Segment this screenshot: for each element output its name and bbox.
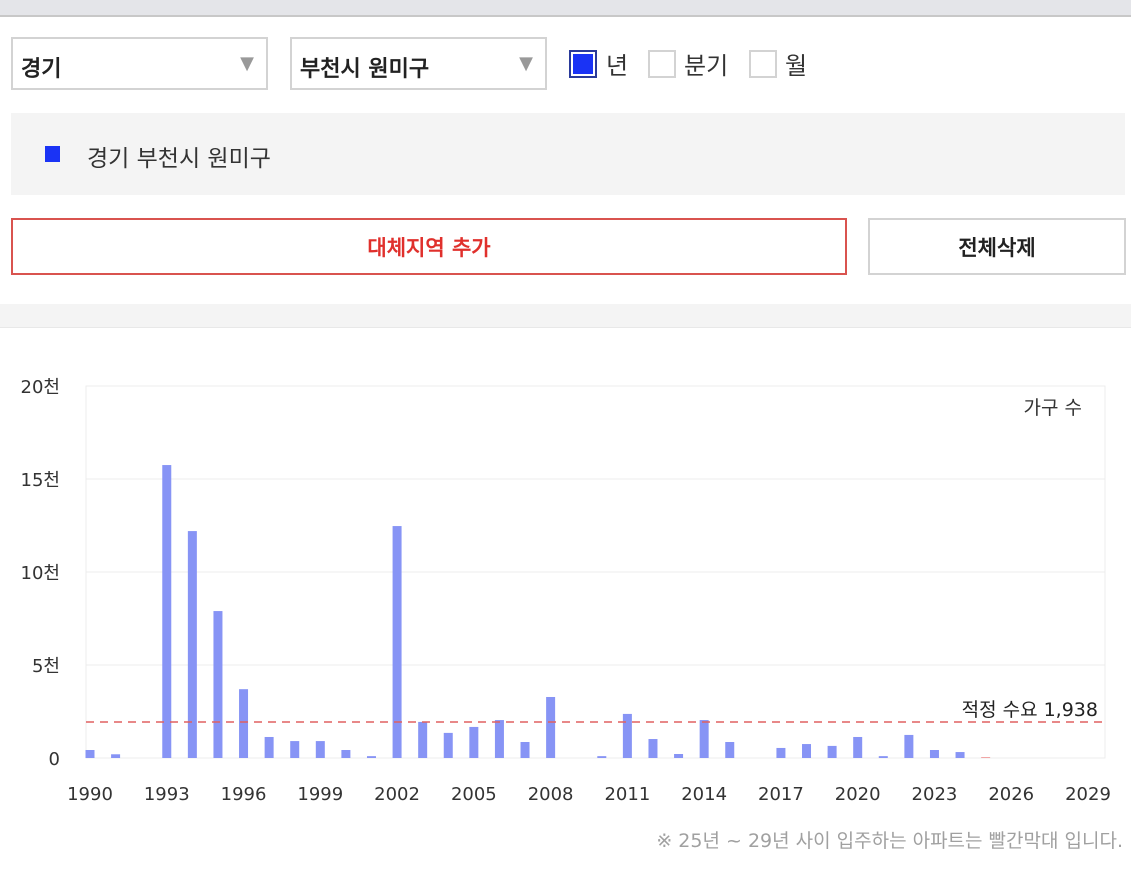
x-tick-label: 2023 (912, 784, 958, 805)
bar-2019 (827, 745, 837, 758)
y-tick-label: 15천 (21, 470, 60, 491)
bar-2006 (494, 720, 504, 758)
legend-box: 경기 부천시 원미구 (11, 113, 1125, 195)
bar-2008 (546, 696, 556, 758)
bar-2014 (699, 720, 709, 758)
bar-2017 (776, 747, 786, 758)
period-year-label: 년 (606, 52, 629, 80)
y-tick-label: 20천 (21, 377, 60, 398)
period-month-label: 월 (785, 52, 808, 80)
bar-1994 (187, 531, 197, 758)
bar-2007 (520, 742, 530, 758)
section-divider (0, 304, 1131, 328)
period-month-checkbox[interactable] (749, 50, 777, 78)
bar-2002 (392, 526, 402, 758)
bar-1999 (315, 741, 325, 758)
x-tick-label: 2011 (604, 784, 650, 805)
x-tick-label: 2014 (681, 784, 727, 805)
bar-1995 (213, 611, 223, 758)
legend-label: 경기 부천시 원미구 (87, 146, 271, 172)
bar-2015 (725, 742, 735, 758)
x-tick-label: 1999 (297, 784, 343, 805)
bar-1990 (85, 750, 95, 758)
bar-1993 (162, 465, 172, 758)
bar-1991 (111, 754, 121, 758)
bar-2000 (341, 750, 351, 758)
delete-all-button[interactable]: 전체삭제 (868, 218, 1126, 275)
x-tick-label: 2026 (988, 784, 1034, 805)
bar-2001 (366, 756, 376, 758)
x-tick-label: 1990 (67, 784, 113, 805)
bar-2005 (469, 726, 479, 758)
bar-2023 (929, 750, 939, 758)
bar-2003 (418, 721, 428, 758)
legend-swatch (45, 146, 60, 162)
x-tick-label: 2020 (835, 784, 881, 805)
x-tick-label: 2029 (1065, 784, 1111, 805)
bar-2004 (443, 732, 453, 758)
bar-2011 (622, 713, 632, 758)
bar-2020 (853, 736, 863, 758)
bar-1997 (264, 736, 274, 758)
bar-2024 (955, 752, 965, 758)
dropdown-arrow-icon: ▼ (519, 53, 533, 74)
region-select-value: 경기 (21, 57, 62, 82)
period-quarter-label: 분기 (684, 52, 729, 80)
period-quarter-checkbox[interactable] (648, 50, 676, 78)
dropdown-arrow-icon: ▼ (240, 53, 254, 74)
y-tick-label: 10천 (21, 563, 60, 584)
bar-2025 (981, 757, 991, 758)
bar-2022 (904, 734, 914, 758)
bar-2012 (648, 739, 658, 758)
bar-2018 (802, 744, 812, 758)
x-tick-label: 2005 (451, 784, 497, 805)
bar-2013 (674, 754, 684, 758)
chart-note: ※ 25년 ~ 29년 사이 입주하는 아파트는 빨간막대 입니다. (656, 830, 1123, 852)
reference-label: 적정 수요 1,938 (962, 699, 1098, 721)
y-tick-label: 0 (49, 749, 60, 770)
y-tick-label: 5천 (32, 656, 60, 677)
district-select-value: 부천시 원미구 (300, 57, 430, 82)
x-tick-label: 1993 (144, 784, 190, 805)
region-select[interactable]: 경기 ▼ (11, 37, 268, 90)
bar-2010 (597, 756, 607, 758)
x-tick-label: 2002 (374, 784, 420, 805)
bar-1996 (239, 689, 249, 758)
period-year-checkbox[interactable] (569, 50, 597, 78)
x-tick-label: 2008 (528, 784, 574, 805)
bar-1998 (290, 741, 300, 758)
district-select[interactable]: 부천시 원미구 ▼ (290, 37, 547, 90)
x-tick-label: 1996 (221, 784, 267, 805)
add-alternative-region-button[interactable]: 대체지역 추가 (11, 218, 847, 275)
bar-chart: 0 5천 10천 15천 20천 1990 1993 1996 1999 2002 2005 2008… (21, 377, 1111, 805)
bar-2021 (878, 756, 888, 758)
x-tick-label: 2017 (758, 784, 804, 805)
top-bar (0, 0, 1131, 17)
series-label: 가구 수 (1024, 397, 1082, 419)
